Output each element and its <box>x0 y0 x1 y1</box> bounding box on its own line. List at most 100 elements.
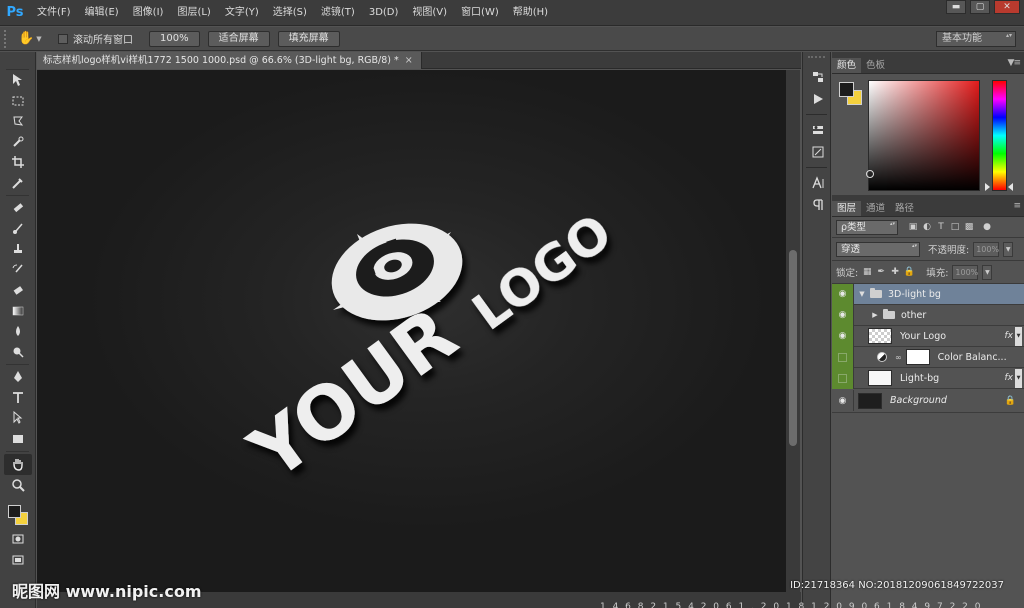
panel-menu-icon[interactable]: ▼≡ <box>1008 58 1022 68</box>
menu-image[interactable]: 图像(I) <box>126 0 171 26</box>
character-panel-icon[interactable] <box>803 172 832 194</box>
layer-row-other[interactable]: ◉ ▶ other <box>832 304 1024 326</box>
lock-all-icon[interactable]: 🔒 <box>904 267 915 277</box>
hue-slider-arrow-right[interactable] <box>1008 183 1013 191</box>
opacity-input[interactable]: 100% <box>973 241 1000 257</box>
type-tool-icon[interactable] <box>0 388 36 409</box>
fill-slider-toggle[interactable]: ▼ <box>982 264 993 280</box>
minimize-button[interactable]: ▬ <box>946 0 966 14</box>
menu-3d[interactable]: 3D(D) <box>362 0 406 26</box>
lock-transparent-icon[interactable]: ▦ <box>862 267 872 277</box>
menu-help[interactable]: 帮助(H) <box>506 0 555 26</box>
lock-position-icon[interactable]: ✚ <box>890 267 900 277</box>
layer-mask-thumbnail[interactable] <box>905 349 930 365</box>
hand-tool-icon[interactable] <box>4 454 32 475</box>
pen-tool-icon[interactable] <box>0 367 36 388</box>
link-icon[interactable]: ∞ <box>895 353 902 362</box>
menu-edit[interactable]: 编辑(E) <box>78 0 126 26</box>
gradient-tool-icon[interactable] <box>0 301 36 322</box>
filter-adjustment-icon[interactable]: ◐ <box>922 222 932 232</box>
adjustments-panel-icon[interactable] <box>803 119 832 141</box>
panel-foreground-swatch[interactable] <box>839 82 854 97</box>
screen-mode-icon[interactable] <box>0 550 36 571</box>
layer-row-color-balance[interactable]: ∞ Color Balanc... <box>832 346 1024 368</box>
fill-input[interactable]: 100% <box>952 264 979 280</box>
workspace-select[interactable]: 基本功能 <box>936 31 1016 47</box>
close-button[interactable]: ✕ <box>994 0 1020 14</box>
effects-expand-icon[interactable]: ▼ <box>1015 326 1022 346</box>
eraser-tool-icon[interactable] <box>0 280 36 301</box>
expand-triangle-open-icon[interactable]: ▼ <box>857 290 867 298</box>
dock-grip[interactable] <box>808 56 825 64</box>
hue-slider[interactable] <box>992 80 1007 191</box>
crop-tool-icon[interactable] <box>0 152 36 173</box>
tools-grip[interactable] <box>6 52 29 70</box>
tab-swatches[interactable]: 色板 <box>861 58 890 73</box>
zoom-100-button[interactable]: 100% <box>149 30 200 47</box>
layer-row-3d-light-bg[interactable]: ◉ ▼ 3D-light bg <box>832 283 1024 305</box>
healing-brush-tool-icon[interactable] <box>0 198 36 219</box>
blur-tool-icon[interactable] <box>0 321 36 342</box>
color-field[interactable] <box>866 80 980 191</box>
fit-screen-button[interactable]: 适合屏幕 <box>207 30 270 47</box>
eye-icon[interactable]: ◉ <box>832 304 854 326</box>
tab-layers[interactable]: 图层 <box>832 201 862 216</box>
quick-select-tool-icon[interactable] <box>0 132 36 153</box>
dodge-tool-icon[interactable] <box>0 342 36 363</box>
hue-slider-arrow-left[interactable] <box>985 183 990 191</box>
document-canvas[interactable]: YOUR LOGO <box>37 70 786 592</box>
eye-hidden-icon[interactable] <box>832 346 854 368</box>
panel-menu-icon[interactable]: ≡ <box>1013 201 1020 211</box>
clone-stamp-tool-icon[interactable] <box>0 239 36 260</box>
filter-type-icon[interactable]: T <box>936 222 946 232</box>
eyedropper-tool-icon[interactable] <box>0 173 36 194</box>
eye-icon[interactable]: ◉ <box>832 390 854 411</box>
menu-type[interactable]: 文字(Y) <box>218 0 266 26</box>
brush-tool-icon[interactable] <box>0 219 36 240</box>
menu-layer[interactable]: 图层(L) <box>170 0 217 26</box>
layer-row-background[interactable]: ◉ Background 🔒 <box>832 389 1024 413</box>
filter-pixel-icon[interactable]: ▣ <box>908 222 918 232</box>
filter-smart-object-icon[interactable]: ▩ <box>964 222 974 232</box>
rectangle-tool-icon[interactable] <box>0 429 36 450</box>
eye-icon[interactable]: ◉ <box>832 283 854 305</box>
canvas-vertical-scrollbar[interactable] <box>786 70 800 592</box>
tab-paths[interactable]: 路径 <box>890 201 919 216</box>
eye-icon[interactable]: ◉ <box>832 325 854 347</box>
menu-view[interactable]: 视图(V) <box>405 0 454 26</box>
actions-panel-icon[interactable] <box>803 88 832 110</box>
paragraph-panel-icon[interactable] <box>803 194 832 216</box>
scroll-all-windows-checkbox[interactable] <box>58 33 68 44</box>
opacity-slider-toggle[interactable]: ▼ <box>1003 241 1014 257</box>
expand-triangle-closed-icon[interactable]: ▶ <box>870 311 880 319</box>
layer-effects-icon[interactable]: fx <box>1005 373 1014 383</box>
zoom-tool-icon[interactable] <box>0 475 36 496</box>
lasso-tool-icon[interactable] <box>0 111 36 132</box>
tab-channels[interactable]: 通道 <box>861 201 890 216</box>
restore-button[interactable]: ▢ <box>970 0 990 14</box>
menu-window[interactable]: 窗口(W) <box>454 0 506 26</box>
filter-toggle-icon[interactable]: ● <box>982 222 992 232</box>
history-panel-icon[interactable] <box>803 66 832 88</box>
menu-select[interactable]: 选择(S) <box>266 0 314 26</box>
layer-row-your-logo[interactable]: ◉ Your Logo fx ▼ <box>832 325 1024 347</box>
scrollbar-thumb[interactable] <box>789 250 797 446</box>
quick-mask-icon[interactable] <box>0 529 36 550</box>
fill-screen-button[interactable]: 填充屏幕 <box>277 30 340 47</box>
menu-file[interactable]: 文件(F) <box>30 0 78 26</box>
color-field-cursor[interactable] <box>866 170 874 178</box>
options-grip[interactable] <box>4 29 10 48</box>
path-select-tool-icon[interactable] <box>0 408 36 429</box>
layer-effects-icon[interactable]: fx <box>1005 331 1014 341</box>
menu-filter[interactable]: 滤镜(T) <box>314 0 362 26</box>
layer-filter-kind-select[interactable]: ρ类型 <box>836 219 898 235</box>
move-tool-icon[interactable] <box>0 70 36 91</box>
tab-color[interactable]: 颜色 <box>832 58 862 73</box>
tool-preset-picker[interactable]: ✋ ▼ <box>18 31 44 46</box>
foreground-color-swatch[interactable] <box>8 505 21 518</box>
close-icon[interactable]: × <box>405 55 413 66</box>
properties-panel-icon[interactable] <box>803 141 832 163</box>
history-brush-tool-icon[interactable] <box>0 260 36 281</box>
lock-pixels-icon[interactable]: ✒ <box>876 267 886 277</box>
blend-mode-select[interactable]: 穿透 <box>836 241 920 257</box>
